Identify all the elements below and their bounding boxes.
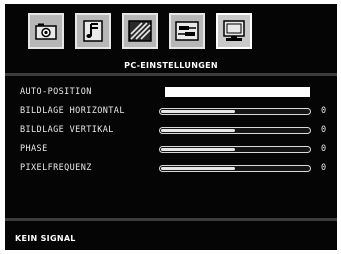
setting-label: AUTO-POSITION <box>20 87 92 97</box>
setting-row-auto-position[interactable]: AUTO-POSITION <box>5 86 337 98</box>
slider-fill <box>161 148 235 151</box>
horizontal-slider[interactable] <box>159 108 311 115</box>
connector-icon <box>175 21 199 41</box>
status-text: KEIN SIGNAL <box>15 234 76 243</box>
phase-slider[interactable] <box>159 146 311 153</box>
setting-row-pixelfrequenz[interactable]: PIXELFREQUENZ 0 <box>5 162 337 174</box>
tab-pc[interactable] <box>216 13 252 49</box>
tab-photo[interactable] <box>28 13 64 49</box>
slider-fill <box>161 167 235 170</box>
setting-value: 0 <box>321 106 327 116</box>
pixelfrequenz-slider[interactable] <box>159 165 311 172</box>
setting-row-phase[interactable]: PHASE 0 <box>5 143 337 155</box>
vertikal-slider[interactable] <box>159 127 311 134</box>
slider-fill <box>161 129 235 132</box>
tab-picture[interactable] <box>122 13 158 49</box>
osd-menu: PC-EINSTELLUNGEN AUTO-POSITION BILDLAGE … <box>5 4 337 250</box>
tab-settings[interactable] <box>169 13 205 49</box>
tab-music[interactable] <box>75 13 111 49</box>
auto-position-button[interactable] <box>165 87 310 97</box>
divider-bottom <box>5 218 337 221</box>
setting-label: PHASE <box>20 144 48 154</box>
slider-fill <box>161 110 235 113</box>
setting-label: BILDLAGE VERTIKAL <box>20 125 114 135</box>
setting-value: 0 <box>321 163 327 173</box>
setting-row-horizontal[interactable]: BILDLAGE HORIZONTAL 0 <box>5 105 337 117</box>
setting-label: BILDLAGE HORIZONTAL <box>20 106 125 116</box>
picture-icon <box>128 20 152 42</box>
divider-top <box>5 73 337 76</box>
setting-value: 0 <box>321 144 327 154</box>
monitor-icon <box>223 20 245 41</box>
setting-row-vertikal[interactable]: BILDLAGE VERTIKAL 0 <box>5 124 337 136</box>
camera-icon <box>35 23 57 40</box>
menu-title: PC-EINSTELLUNGEN <box>124 61 218 70</box>
setting-value: 0 <box>321 125 327 135</box>
setting-label: PIXELFREQUENZ <box>20 163 92 173</box>
music-note-icon <box>83 20 103 42</box>
